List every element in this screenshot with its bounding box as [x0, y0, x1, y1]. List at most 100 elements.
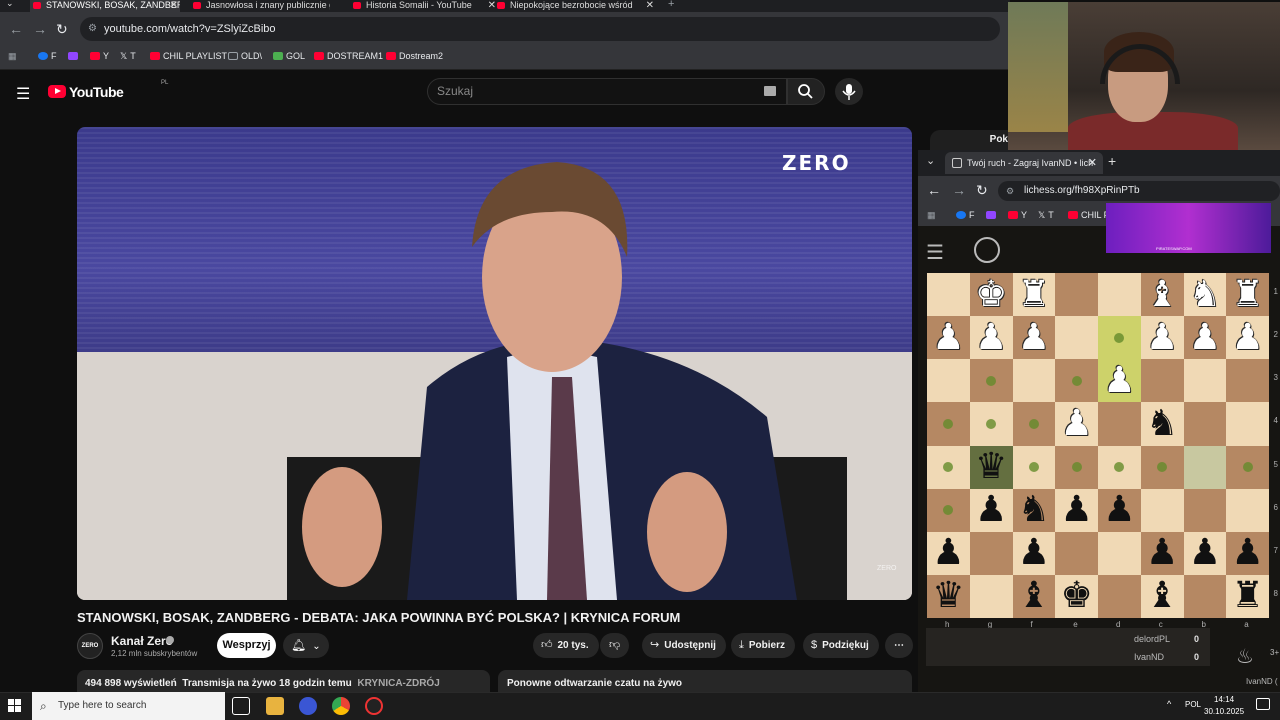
board-square-e6[interactable]: ♟	[1055, 488, 1098, 532]
move-hint-dot[interactable]	[1114, 332, 1125, 343]
board-square-f2[interactable]: ♟	[1012, 316, 1056, 360]
bookmark-chil-playlist[interactable]: CHIL P	[1068, 210, 1110, 220]
board-square-e3[interactable]	[1055, 359, 1098, 403]
white-king-icon[interactable]: ♚	[975, 276, 1007, 313]
black-knight-icon[interactable]: ♞	[1146, 405, 1178, 442]
notifications-button[interactable]: 🔔︎ ⌄	[283, 633, 329, 658]
white-pawn-icon[interactable]: ♟	[1018, 319, 1050, 356]
board-square-d1[interactable]	[1098, 273, 1141, 317]
board-square-h3[interactable]	[927, 359, 970, 403]
thanks-button[interactable]: $ Podziękuj	[803, 633, 879, 658]
share-button[interactable]: ↪ Udostępnij	[642, 633, 726, 658]
board-square-f6[interactable]: ♞	[1012, 488, 1056, 532]
tab-niepokojace[interactable]: Niepokojące bezrobocie wśród ✕	[494, 0, 656, 12]
board-square-b4[interactable]	[1183, 402, 1227, 446]
new-tab-icon[interactable]: +	[1108, 153, 1116, 169]
tray-expand-icon[interactable]: ^	[1167, 699, 1171, 709]
board-square-g8[interactable]: g	[969, 574, 1013, 629]
board-square-a8[interactable]: ♜ 8 a	[1226, 574, 1278, 629]
reload-icon[interactable]: ↻	[56, 21, 68, 38]
black-pawn-icon[interactable]: ♟	[1060, 492, 1092, 528]
board-square-b2[interactable]: ♟	[1183, 316, 1227, 360]
tab-youtube-debate[interactable]: STANOWSKI, BOSAK, ZANDBER ✕	[30, 0, 180, 12]
board-square-d8[interactable]: d	[1098, 574, 1141, 629]
notifications-icon[interactable]	[1256, 698, 1270, 710]
board-square-d2[interactable]	[1098, 316, 1141, 360]
board-square-a2[interactable]: ♟ 2	[1226, 316, 1278, 360]
move-hint-dot[interactable]	[1071, 462, 1082, 473]
url-field[interactable]: ⚙ youtube.com/watch?v=ZSlyiZcBibo	[80, 17, 1000, 41]
board-square-e7[interactable]	[1055, 531, 1098, 575]
black-pawn-icon[interactable]: ♟	[1189, 535, 1221, 571]
taskbar-search-input[interactable]: ⌕ Type here to search	[32, 692, 225, 720]
board-square-f5[interactable]	[1012, 445, 1056, 489]
player-top-name[interactable]: delordPL	[1134, 634, 1170, 644]
download-button[interactable]: ⤓ Pobierz	[731, 633, 795, 658]
white-rook-icon[interactable]: ♜	[1231, 276, 1263, 313]
tab-historia-somalii[interactable]: Historia Somalii - YouTube ✕	[350, 0, 498, 12]
black-pawn-icon[interactable]: ♟	[1103, 492, 1135, 528]
move-hint-dot[interactable]	[1242, 462, 1253, 473]
close-icon[interactable]: ✕	[170, 0, 178, 11]
windows-start-icon[interactable]	[8, 699, 22, 713]
menu-icon[interactable]: ☰	[16, 84, 30, 104]
youtube-logo[interactable]: YouTube PL	[48, 80, 168, 100]
board-square-g1[interactable]: ♚	[969, 273, 1013, 317]
move-hint-dot[interactable]	[943, 505, 954, 516]
bookmark-x[interactable]: 𝕏T	[1038, 210, 1054, 221]
file-explorer-icon[interactable]	[266, 697, 284, 715]
apps-grid-icon[interactable]: ▦	[8, 51, 17, 62]
board-square-g4[interactable]	[969, 402, 1013, 446]
white-pawn-icon[interactable]: ♟	[1189, 319, 1221, 356]
chess-board[interactable]: ♚ ♜ ♝ ♞ ♜ 1 ♟ ♟ ♟ ♟ ♟ ♟ 2 ♟ 3 ♟ ♞ 4 ♛ 5 ♟ ♞ ♟ ♟ 6 ♟ ♟ ♟ ♟ ♟ 7 ♛ h g ♝ f ♚ e d ♝…	[927, 273, 1278, 629]
black-queen-icon[interactable]: ♛	[975, 449, 1007, 485]
tab-jasnowlosa[interactable]: Jasnowłosa i znany publicznie g	[190, 0, 330, 12]
location-tag[interactable]: KRYNICA-ZDRÓJ	[357, 678, 439, 689]
move-hint-dot[interactable]	[943, 462, 954, 473]
site-info-icon[interactable]: ⚙	[88, 17, 97, 41]
white-pawn-icon[interactable]: ♟	[975, 319, 1007, 356]
board-square-b7[interactable]: ♟	[1183, 531, 1227, 575]
black-bishop-icon[interactable]: ♝	[1018, 578, 1050, 614]
board-square-h6[interactable]	[927, 488, 970, 532]
channel-avatar[interactable]: ZERO	[77, 633, 103, 659]
lichess-url-field[interactable]: ⚙ lichess.org/fh98XpRinPTb	[998, 181, 1280, 201]
chat-replay-bar[interactable]: Ponowne odtwarzanie czatu na żywo	[498, 670, 912, 692]
description-box[interactable]: 494 898 wyświetleń Transmisja na żywo 18…	[77, 670, 490, 692]
close-icon[interactable]: ✕	[646, 0, 654, 11]
reload-icon[interactable]: ↻	[976, 182, 988, 199]
move-hint-dot[interactable]	[986, 375, 997, 386]
move-hint-dot[interactable]	[1028, 462, 1039, 473]
black-king-icon[interactable]: ♚	[1060, 578, 1092, 614]
move-hint-dot[interactable]	[1114, 462, 1125, 473]
black-knight-icon[interactable]: ♞	[1018, 492, 1050, 528]
board-square-a5[interactable]: 5	[1226, 445, 1278, 489]
like-button[interactable]: 👍︎ 20 tys.	[533, 633, 599, 658]
bookmark-facebook[interactable]: F	[38, 51, 57, 61]
white-bishop-icon[interactable]: ♝	[1146, 276, 1178, 313]
language-indicator[interactable]: POL	[1185, 700, 1201, 709]
search-button[interactable]	[787, 78, 825, 105]
board-square-a4[interactable]: 4	[1226, 402, 1278, 446]
black-bishop-icon[interactable]: ♝	[1146, 578, 1178, 614]
bookmark-chil-playlist[interactable]: CHIL PLAYLIST	[150, 51, 227, 61]
move-hint-dot[interactable]	[943, 418, 954, 429]
board-square-h2[interactable]: ♟	[927, 316, 970, 360]
white-pawn-icon[interactable]: ♟	[1060, 405, 1092, 442]
white-pawn-icon[interactable]: ♟	[1231, 319, 1263, 356]
bookmark-youtube-y[interactable]: Y	[1008, 210, 1027, 220]
board-square-f3[interactable]	[1012, 359, 1056, 403]
apps-grid-icon[interactable]: ▦	[927, 210, 936, 221]
lichess-tab[interactable]: Twój ruch - Zagraj IvanND • lich ✕	[945, 152, 1103, 174]
bookmark-facebook[interactable]: F	[956, 210, 975, 220]
board-square-a7[interactable]: ♟ 7	[1226, 531, 1278, 575]
close-icon[interactable]: ✕	[1088, 152, 1097, 174]
lichess-logo-icon[interactable]	[974, 237, 1000, 263]
video-player[interactable]: ZERO ZERO	[77, 127, 912, 600]
board-square-b6[interactable]	[1183, 488, 1227, 532]
side-panel-button[interactable]: Pok	[930, 130, 1010, 150]
board-square-c8[interactable]: ♝ c	[1140, 574, 1184, 629]
bookmark-twitch[interactable]	[986, 210, 999, 220]
tab-search-icon[interactable]: ⌄	[6, 0, 14, 9]
board-square-e8[interactable]: ♚ e	[1055, 574, 1098, 629]
